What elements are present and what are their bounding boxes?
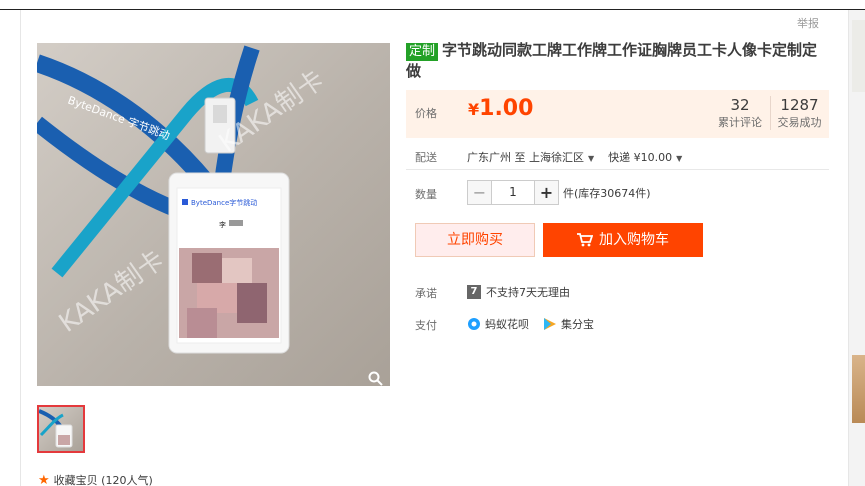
badge-brand-text: ByteDance字节跳动 — [191, 198, 257, 207]
shipping-method[interactable]: 快递 ¥10.00 ▼ — [608, 149, 682, 165]
favorite-text: 收藏宝贝 (120人气) — [53, 474, 153, 486]
chevron-down-icon: ▼ — [588, 154, 595, 163]
divider — [406, 169, 829, 170]
custom-tag: 定制 — [406, 43, 439, 61]
report-link[interactable]: 举报 — [797, 15, 819, 31]
product-photo-illustration: ByteDance 字节跳动 ByteDance字节跳动 李 KAKA制卡 KA… — [37, 45, 330, 354]
reviews-count: 32 — [730, 96, 750, 114]
reviews-label: 累计评论 — [718, 116, 762, 129]
decrease-button[interactable]: − — [467, 180, 492, 205]
side-thumbnail-top[interactable] — [852, 20, 865, 92]
payment-huabei-text: 蚂蚁花呗 — [485, 318, 529, 331]
huabei-icon — [468, 318, 480, 330]
top-border — [0, 9, 865, 10]
payment-row: 蚂蚁花呗 集分宝 — [467, 316, 594, 332]
chevron-down-icon: ▼ — [676, 154, 683, 163]
side-thumbnail-bottom[interactable] — [852, 355, 865, 423]
jifenbao-icon — [544, 318, 556, 330]
buy-now-button[interactable]: 立即购买 — [415, 223, 535, 257]
shipping-from[interactable]: 广东广州 至 上海徐汇区 ▼ — [467, 149, 594, 165]
frame-left-border — [20, 10, 21, 486]
promise-text: 不支持7天无理由 — [486, 286, 570, 299]
star-icon: ★ — [38, 472, 50, 486]
product-title-text: 字节跳动同款工牌工作牌工作证胸牌员工卡人像卡定制定做 — [406, 41, 818, 80]
price-amount: 1.00 — [479, 96, 534, 121]
deals-label: 交易成功 — [777, 116, 822, 129]
product-main-image[interactable]: ByteDance 字节跳动 ByteDance字节跳动 李 KAKA制卡 KA… — [37, 43, 390, 386]
price-value: ¥1.00 — [468, 96, 533, 121]
quantity-label: 数量 — [415, 188, 437, 201]
shipping-from-text: 广东广州 至 — [467, 151, 526, 164]
deals-stat: 1287 交易成功 — [772, 96, 827, 130]
increase-button[interactable]: + — [534, 180, 559, 205]
quantity-input[interactable]: 1 — [492, 180, 534, 205]
stat-divider — [770, 96, 771, 130]
price-currency: ¥ — [468, 100, 480, 119]
quantity-stepper: − 1 + 件(库存30674件) — [467, 180, 651, 205]
shipping-method-text: 快递 ¥10.00 — [608, 151, 673, 164]
seven-day-icon: 7 — [467, 285, 481, 299]
zoom-icon[interactable] — [368, 371, 383, 386]
add-to-cart-label: 加入购物车 — [599, 232, 669, 248]
favorite-link[interactable]: ★ 收藏宝贝 (120人气) — [38, 472, 153, 486]
price-panel: 价格 ¥1.00 32 累计评论 1287 交易成功 — [406, 90, 829, 138]
shipping-label: 配送 — [415, 151, 437, 164]
deals-count: 1287 — [780, 96, 819, 114]
shipping-to-text: 上海徐汇区 — [529, 151, 584, 164]
add-to-cart-button[interactable]: 加入购物车 — [543, 223, 703, 257]
stock-text: 件(库存30674件) — [563, 186, 651, 200]
badge-name-text: 李 — [219, 220, 226, 229]
cart-icon — [577, 233, 593, 247]
shipping-row: 广东广州 至 上海徐汇区 ▼ 快递 ¥10.00 ▼ — [467, 149, 682, 165]
thumbnail-illustration — [39, 409, 73, 448]
product-thumbnail[interactable] — [37, 405, 85, 453]
reviews-stat[interactable]: 32 累计评论 — [711, 96, 769, 130]
payment-huabei[interactable]: 蚂蚁花呗 — [467, 316, 529, 332]
payment-jifenbao[interactable]: 集分宝 — [543, 316, 594, 332]
payment-label: 支付 — [415, 319, 437, 332]
price-label: 价格 — [415, 107, 437, 120]
product-title: 定制 字节跳动同款工牌工作牌工作证胸牌员工卡人像卡定制定做 — [406, 40, 826, 82]
payment-jifenbao-text: 集分宝 — [561, 318, 594, 331]
promise-label: 承诺 — [415, 287, 437, 300]
promise-row[interactable]: 7 不支持7天无理由 — [467, 284, 570, 300]
